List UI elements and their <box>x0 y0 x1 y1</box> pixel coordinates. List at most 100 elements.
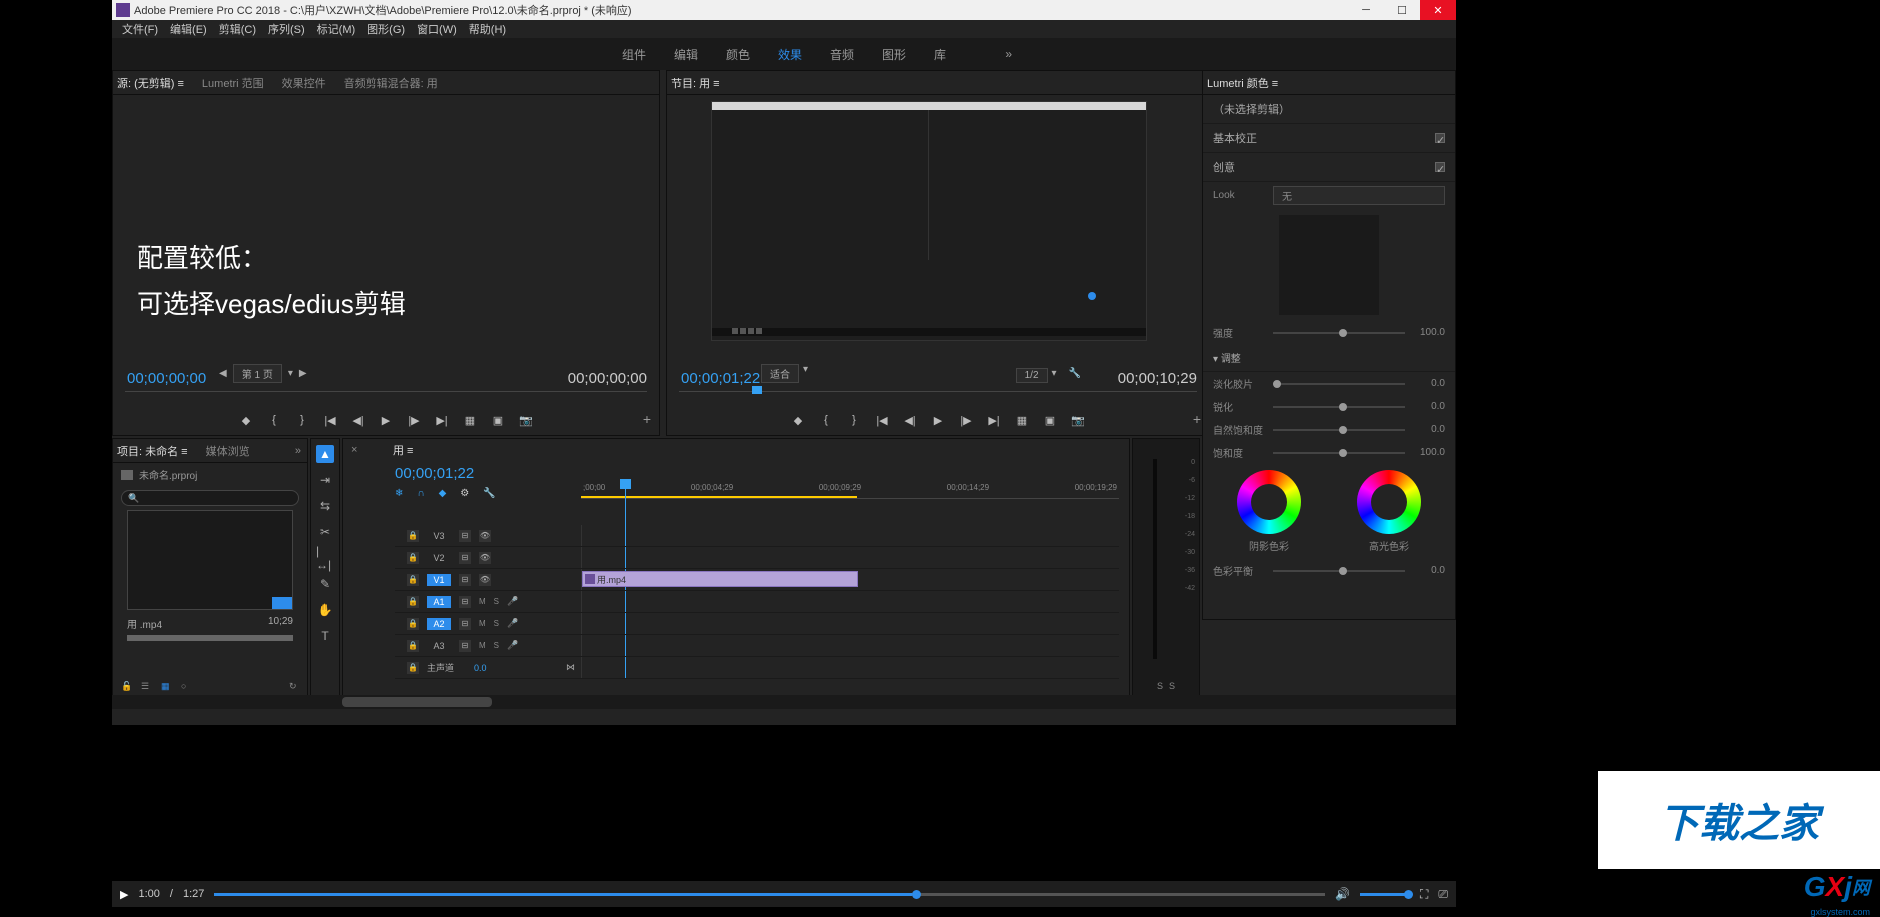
menu-window[interactable]: 窗口(W) <box>411 21 463 37</box>
ws-color[interactable]: 颜色 <box>726 46 750 63</box>
sync-icon[interactable]: ⊟ <box>459 530 471 542</box>
tabs-more-icon[interactable]: » <box>295 445 307 457</box>
page-dropdown-icon[interactable]: ▾ <box>288 368 293 379</box>
insert-icon[interactable]: ▦ <box>463 413 477 427</box>
marker-add-icon[interactable]: ◆ <box>439 488 447 499</box>
export-frame-icon[interactable]: 📷 <box>519 413 533 427</box>
sync-icon[interactable]: ⊟ <box>459 596 471 608</box>
tab-source[interactable]: 源: (无剪辑) ≡ <box>117 75 184 91</box>
master-value[interactable]: 0.0 <box>474 663 487 673</box>
program-add-icon[interactable]: + <box>1193 411 1201 427</box>
scale-control[interactable]: 1/2 ▾ 🔧 <box>1016 368 1081 383</box>
fullscreen-icon[interactable]: ⛶ <box>1420 887 1428 902</box>
ws-audio[interactable]: 音频 <box>830 46 854 63</box>
play-icon[interactable]: ▶ <box>379 413 393 427</box>
ws-library[interactable]: 库 <box>934 46 946 63</box>
p-in-icon[interactable]: { <box>819 413 833 427</box>
tab-sequence[interactable]: 用 ≡ <box>393 442 413 458</box>
lumetri-basic[interactable]: 基本校正✓ <box>1203 124 1455 153</box>
goto-out-icon[interactable]: ▶| <box>435 413 449 427</box>
shadow-wheel[interactable] <box>1237 470 1301 534</box>
work-area-bar[interactable] <box>581 496 857 498</box>
fit-dropdown-icon[interactable]: ▾ <box>803 364 808 383</box>
volume-thumb[interactable] <box>1404 890 1413 899</box>
pip-icon[interactable]: ⎚ <box>1438 887 1448 902</box>
sharpen-slider[interactable] <box>1273 406 1405 408</box>
fit-control[interactable]: 适合 ▾ <box>761 364 808 383</box>
thumb-scrub[interactable] <box>127 635 293 641</box>
step-fwd-icon[interactable]: |▶ <box>407 413 421 427</box>
lumetri-creative[interactable]: 创意✓ <box>1203 153 1455 182</box>
cb-slider[interactable] <box>1273 570 1405 572</box>
lock-icon[interactable]: 🔒 <box>407 640 419 652</box>
menu-edit[interactable]: 编辑(E) <box>164 21 213 37</box>
track-v3-label[interactable]: V3 <box>427 530 451 542</box>
tab-lumetri[interactable]: Lumetri 颜色 ≡ <box>1207 75 1278 91</box>
lock-icon[interactable]: 🔓 <box>121 681 131 691</box>
p-lift-icon[interactable]: ▦ <box>1015 413 1029 427</box>
ws-editing[interactable]: 编辑 <box>674 46 698 63</box>
page-prev-icon[interactable]: ◀ <box>219 368 227 379</box>
vp-play-icon[interactable]: ▶ <box>120 888 128 901</box>
close-button[interactable]: ✕ <box>1420 0 1456 20</box>
track-v1-label[interactable]: V1 <box>427 574 451 586</box>
tab-lumetri-scope[interactable]: Lumetri 范围 <box>202 75 264 91</box>
sat-slider[interactable] <box>1273 452 1405 454</box>
cb-value[interactable]: 0.0 <box>1411 565 1445 576</box>
ws-more-icon[interactable]: » <box>1005 47 1012 61</box>
scale-label[interactable]: 1/2 <box>1016 368 1048 383</box>
ws-effects[interactable]: 效果 <box>778 46 802 63</box>
step-back-icon[interactable]: ◀| <box>351 413 365 427</box>
list-view-icon[interactable]: ☰ <box>141 681 151 691</box>
menu-sequence[interactable]: 序列(S) <box>262 21 311 37</box>
timeline-timecode[interactable]: 00;00;01;22 <box>343 461 1129 484</box>
track-v1[interactable]: 🔒V1⊟👁 用.mp4 <box>395 569 1119 591</box>
source-add-icon[interactable]: + <box>643 411 651 427</box>
sync-icon[interactable]: ⊟ <box>459 552 471 564</box>
mute-icon[interactable]: M <box>479 641 486 650</box>
track-a1[interactable]: 🔒A1⊟MS🎤 <box>395 591 1119 613</box>
track-v3[interactable]: 🔒 V3 ⊟ 👁 <box>395 525 1119 547</box>
eye-icon[interactable]: 👁 <box>479 530 491 542</box>
vp-seek-thumb[interactable] <box>912 890 921 899</box>
intensity-slider[interactable] <box>1273 332 1405 334</box>
lock-icon[interactable]: 🔒 <box>407 618 419 630</box>
mic-icon[interactable]: 🎤 <box>507 640 518 651</box>
eye-icon[interactable]: 👁 <box>479 574 491 586</box>
checkbox-icon[interactable]: ✓ <box>1435 133 1445 143</box>
track-master[interactable]: 🔒主声道0.0⋈ <box>395 657 1119 679</box>
faded-slider[interactable] <box>1273 383 1405 385</box>
tl-close-icon[interactable]: × <box>351 444 357 456</box>
linked-selection-icon[interactable]: ∩ <box>417 488 424 499</box>
menu-help[interactable]: 帮助(H) <box>463 21 512 37</box>
wrench-icon[interactable]: 🔧 <box>1069 368 1081 383</box>
fit-label[interactable]: 适合 <box>761 364 799 383</box>
track-a2[interactable]: 🔒A2⊟MS🎤 <box>395 613 1119 635</box>
p-step-back-icon[interactable]: ◀| <box>903 413 917 427</box>
lock-icon[interactable]: 🔒 <box>407 662 419 674</box>
p-extract-icon[interactable]: ▣ <box>1043 413 1057 427</box>
solo-s1[interactable]: S <box>1157 681 1163 691</box>
lock-icon[interactable]: 🔒 <box>407 596 419 608</box>
track-a1-label[interactable]: A1 <box>427 596 451 608</box>
menu-file[interactable]: 文件(F) <box>116 21 164 37</box>
page-label[interactable]: 第 1 页 <box>233 364 282 383</box>
solo-icon[interactable]: S <box>494 619 499 628</box>
track-a3-label[interactable]: A3 <box>427 640 451 652</box>
tab-program[interactable]: 节目: 用 ≡ <box>671 75 720 91</box>
p-play-icon[interactable]: ▶ <box>931 413 945 427</box>
track-select-tool-icon[interactable]: ⇥ <box>316 471 334 489</box>
intensity-value[interactable]: 100.0 <box>1411 327 1445 338</box>
faded-value[interactable]: 0.0 <box>1411 378 1445 389</box>
minimize-button[interactable]: ─ <box>1348 0 1384 20</box>
settings-icon[interactable]: ⚙ <box>460 488 469 499</box>
source-ruler[interactable] <box>125 391 647 405</box>
eye-icon[interactable]: 👁 <box>479 552 491 564</box>
in-point-icon[interactable]: { <box>267 413 281 427</box>
menu-graphics[interactable]: 图形(G) <box>361 21 411 37</box>
lock-icon[interactable]: 🔒 <box>407 530 419 542</box>
checkbox-icon[interactable]: ✓ <box>1435 162 1445 172</box>
vp-seek-track[interactable] <box>214 893 1325 896</box>
track-v2-label[interactable]: V2 <box>427 552 451 564</box>
sync-icon[interactable]: ⊟ <box>459 640 471 652</box>
